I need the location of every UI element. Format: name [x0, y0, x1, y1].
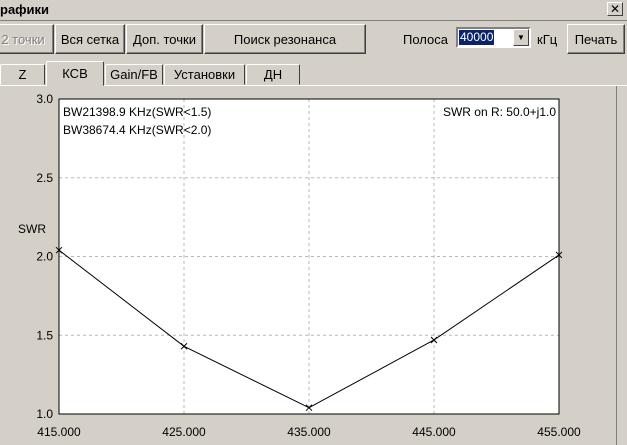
close-icon: ✕ [609, 2, 621, 16]
y-axis-label: SWR [18, 222, 46, 236]
two-points-button[interactable]: 2 точки [0, 24, 54, 54]
x-tick-label: 415.000 [37, 425, 81, 439]
tab-gain-fb[interactable]: Gain/FB [105, 64, 163, 85]
y-tick-label: 2.0 [36, 250, 53, 264]
tab-z-label: Z [18, 67, 27, 82]
y-tick-label: 1.0 [36, 407, 53, 421]
tab-settings-label: Установки [173, 67, 236, 82]
bandwidth-2-0-annotation: BW38674.4 KHz(SWR<2.0) [63, 123, 211, 137]
two-points-label: 2 точки [1, 31, 45, 47]
bandwidth-1-5-annotation: BW21398.9 KHz(SWR<1.5) [63, 105, 211, 119]
band-value[interactable]: 40000 [459, 30, 495, 45]
full-grid-button[interactable]: Вся сетка [55, 24, 125, 54]
swr-chart-panel: 1.0 1.5 2.0 2.5 3.0 415.000 425.000 435.000 445.… [0, 86, 627, 445]
full-grid-label: Вся сетка [60, 31, 120, 47]
title-bar: рафики ✕ [0, 0, 627, 21]
toolbar: 2 точки Вся сетка Доп. точки Поиск резон… [0, 21, 627, 57]
y-tick-label: 1.5 [36, 328, 53, 342]
y-tick-label: 2.5 [36, 171, 53, 185]
window-title: рафики [0, 2, 50, 17]
tab-bar: Z КСВ Gain/FB Установки ДН [0, 60, 627, 86]
band-unit: кГц [537, 32, 558, 47]
band-label: Полоса [403, 32, 448, 47]
tab-pattern[interactable]: ДН [246, 64, 300, 85]
extra-points-label: Доп. точки [133, 31, 196, 47]
x-tick-label: 455.000 [537, 425, 581, 439]
swr-reference-annotation: SWR on R: 50.0+j1.0 [443, 105, 556, 119]
tab-gain-fb-label: Gain/FB [110, 67, 158, 82]
tab-swr-label: КСВ [62, 66, 88, 81]
tab-pattern-label: ДН [263, 67, 283, 82]
chevron-down-icon[interactable]: ▼ [513, 29, 529, 46]
print-label: Печать [574, 31, 618, 47]
close-button[interactable]: ✕ [607, 2, 623, 16]
x-tick-label: 435.000 [287, 425, 331, 439]
swr-chart: 1.0 1.5 2.0 2.5 3.0 415.000 425.000 435.000 445.… [0, 86, 617, 445]
x-tick-label: 445.000 [412, 425, 456, 439]
x-tick-label: 425.000 [162, 425, 206, 439]
tab-settings[interactable]: Установки [164, 64, 245, 85]
y-tick-label: 3.0 [36, 92, 53, 106]
tab-z[interactable]: Z [0, 64, 45, 85]
print-button[interactable]: Печать [567, 24, 625, 54]
find-resonance-label: Поиск резонанса [233, 31, 337, 47]
tab-swr[interactable]: КСВ [46, 61, 104, 86]
extra-points-button[interactable]: Доп. точки [126, 24, 203, 54]
find-resonance-button[interactable]: Поиск резонанса [204, 24, 366, 54]
panel-edge [616, 86, 627, 445]
band-select[interactable]: 40000 ▼ [456, 27, 531, 48]
